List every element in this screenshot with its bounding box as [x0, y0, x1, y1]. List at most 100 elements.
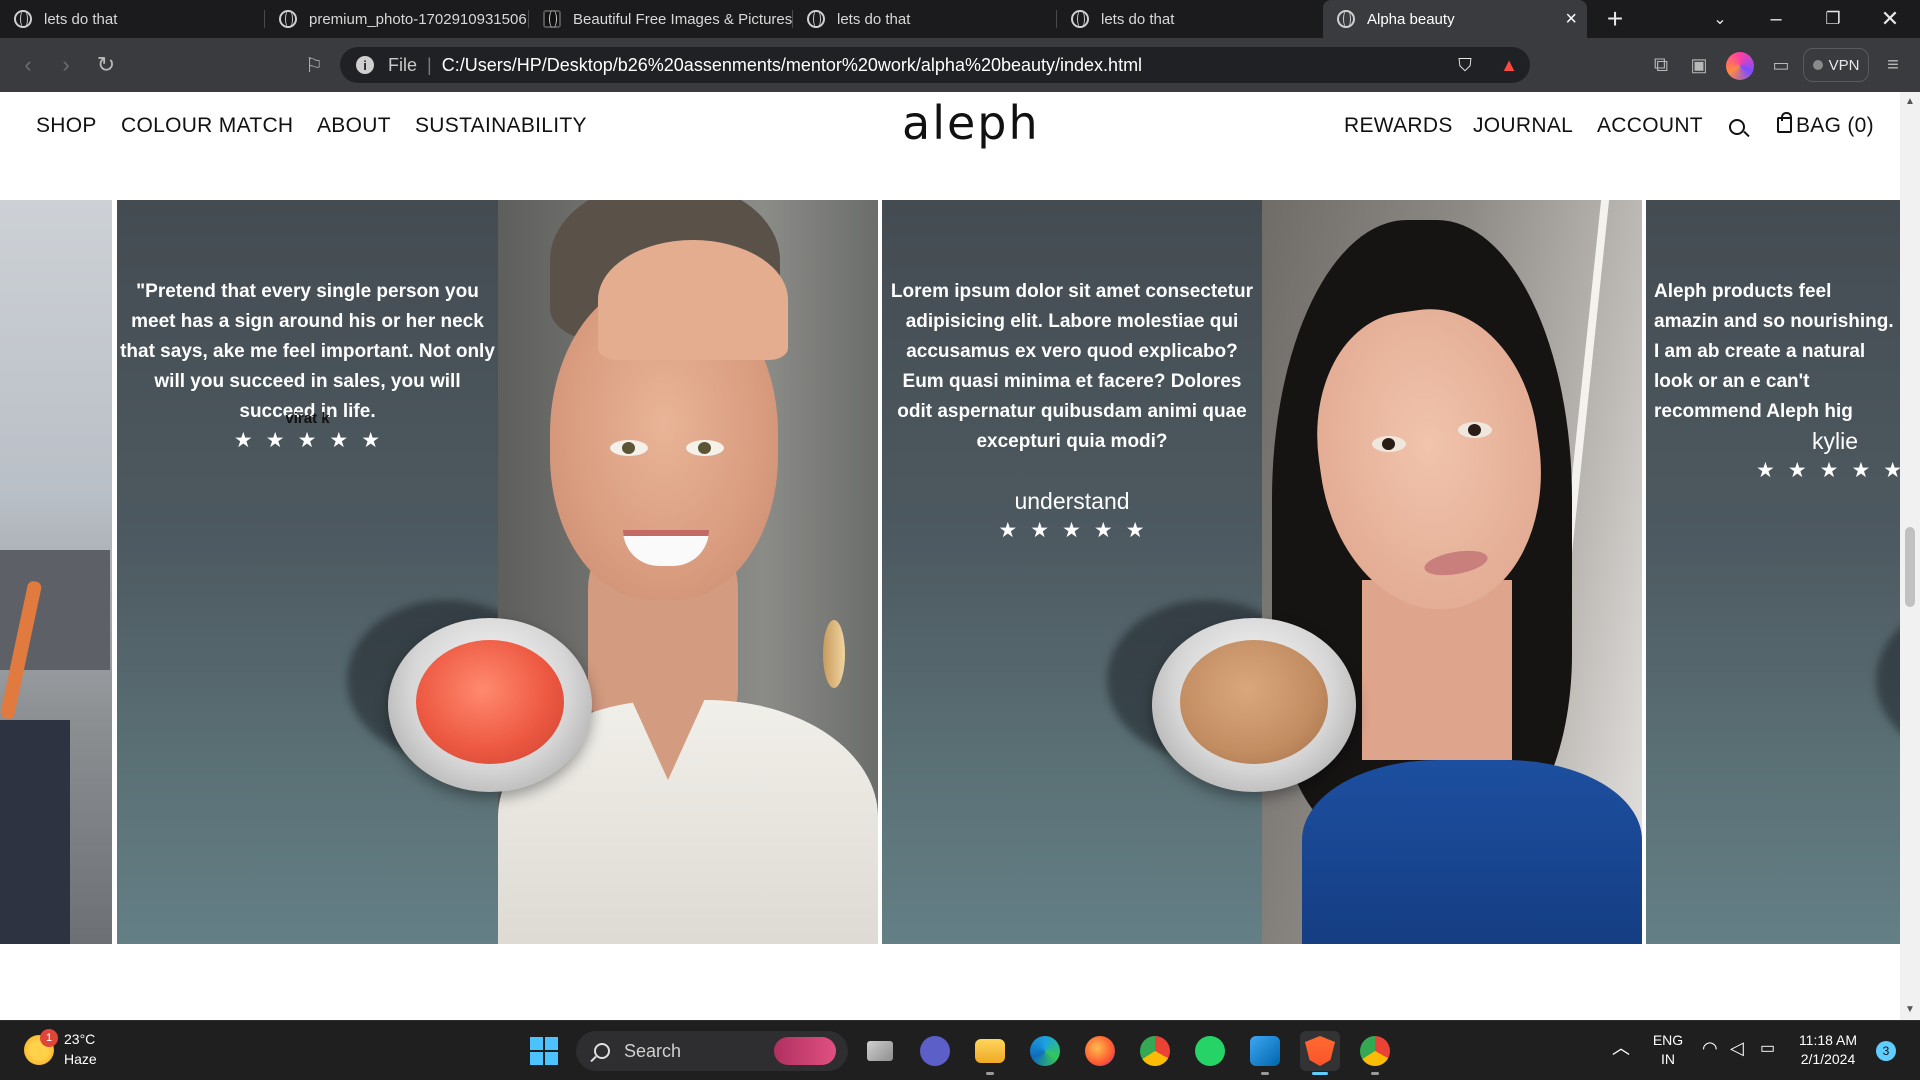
photo-eye — [1372, 436, 1406, 452]
testimonial-card: Aleph products feel amazin and so nouris… — [1646, 200, 1900, 944]
weather-badge: 1 — [40, 1029, 58, 1047]
search-icon[interactable] — [1729, 119, 1745, 135]
vpn-label: VPN — [1828, 56, 1860, 74]
language-code: ENG — [1652, 1032, 1684, 1048]
nav-colour-match[interactable]: COLOUR MATCH — [121, 114, 293, 138]
url-text[interactable]: C:/Users/HP/Desktop/b26%20assenments/men… — [442, 55, 1142, 76]
product-shadow — [1876, 600, 1900, 760]
minimize-button[interactable]: – — [1756, 0, 1796, 38]
page-viewport: SHOP COLOUR MATCH ABOUT SUSTAINABILITY a… — [0, 92, 1900, 1020]
browser-tab[interactable]: Beautiful Free Images & Pictures — [529, 0, 793, 38]
tab-search-chevron-icon[interactable]: ⌄ — [1700, 0, 1740, 38]
photo-chair — [0, 720, 70, 944]
menu-icon[interactable]: ≡ — [1876, 38, 1910, 92]
brave-shields-icon[interactable]: ⛉ — [1450, 38, 1480, 92]
brave-button[interactable] — [1300, 1031, 1340, 1075]
photo-eye — [686, 440, 724, 456]
testimonial-quote: Aleph products feel amazin and so nouris… — [1654, 281, 1894, 422]
sidebar-icon[interactable]: ▣ — [1682, 38, 1716, 92]
site-logo[interactable]: aleph — [902, 96, 1040, 150]
brave-rewards-icon[interactable]: ▲ — [1494, 38, 1524, 92]
chrome-icon — [1140, 1036, 1170, 1066]
vscode-button[interactable] — [1245, 1031, 1285, 1075]
clock-date: 2/1/2024 — [1800, 1051, 1856, 1067]
firefox-button[interactable] — [1080, 1031, 1120, 1071]
forward-icon[interactable]: › — [48, 38, 84, 92]
globe-icon — [1071, 10, 1089, 28]
product-nude-fill — [1180, 640, 1328, 764]
testimonial-quote: "Pretend that every single person you me… — [120, 281, 495, 422]
address-bar[interactable]: i File | C:/Users/HP/Desktop/b26%20assen… — [340, 47, 1530, 83]
browser-tab[interactable]: lets do that — [1057, 0, 1321, 38]
clock-time: 11:18 AM — [1798, 1032, 1858, 1048]
browser-toolbar: ‹ › ↻ ⚐ i File | C:/Users/HP/Desktop/b26… — [0, 38, 1920, 92]
bag-link[interactable]: BAG (0) — [1796, 114, 1874, 138]
close-window-button[interactable]: ✕ — [1870, 0, 1910, 38]
clock[interactable]: 11:18 AM 2/1/2024 — [1788, 1031, 1868, 1069]
browser-tab[interactable]: lets do that — [793, 0, 1057, 38]
wallet-icon[interactable]: ▭ — [1764, 38, 1798, 92]
browser-tab[interactable]: lets do that — [0, 0, 265, 38]
photo-sweater — [1302, 760, 1642, 944]
chat-icon — [920, 1036, 950, 1066]
nav-rewards[interactable]: REWARDS — [1344, 114, 1453, 138]
notification-badge[interactable]: 3 — [1876, 1041, 1896, 1061]
vpn-button[interactable]: VPN — [1803, 48, 1869, 82]
nav-account[interactable]: ACCOUNT — [1597, 114, 1703, 138]
taskbar-search[interactable]: Search — [576, 1031, 848, 1071]
reload-icon[interactable]: ↻ — [88, 38, 124, 92]
testimonial-photo — [0, 200, 112, 944]
star-rating: ★★★★★ — [1756, 459, 1900, 482]
battery-icon[interactable]: ▭ — [1760, 1039, 1775, 1058]
testimonial-author: understand — [1014, 488, 1130, 514]
testimonial-photo — [1262, 200, 1642, 944]
scroll-down-icon[interactable]: ▼ — [1900, 1004, 1920, 1015]
wifi-icon[interactable]: ◠ — [1702, 1039, 1718, 1058]
language-indicator[interactable]: ENG IN — [1648, 1031, 1688, 1069]
task-view-button[interactable] — [860, 1031, 900, 1071]
start-button[interactable] — [524, 1031, 564, 1071]
nav-sustainability[interactable]: SUSTAINABILITY — [415, 114, 587, 138]
nav-about[interactable]: ABOUT — [317, 114, 391, 138]
file-explorer-button[interactable] — [970, 1031, 1010, 1075]
extensions-icon[interactable]: ⧉ — [1644, 38, 1678, 92]
scroll-up-icon[interactable]: ▲ — [1900, 96, 1920, 107]
windows-taskbar: 1 23°C Haze Search ︿ ENG IN ◠ ◁ ▭ 11:18 … — [0, 1020, 1920, 1080]
globe-icon — [279, 10, 297, 28]
chrome-dev-button[interactable] — [1355, 1031, 1395, 1075]
tab-title: premium_photo-1702910931506 — [309, 10, 527, 28]
globe-icon — [14, 10, 32, 28]
scrollbar-thumb[interactable] — [1905, 527, 1915, 607]
site-info-icon[interactable]: i — [356, 56, 374, 74]
new-tab-button[interactable]: + — [1595, 0, 1635, 38]
back-icon[interactable]: ‹ — [10, 38, 46, 92]
bookmark-icon[interactable]: ⚐ — [296, 38, 332, 92]
profile-avatar[interactable] — [1726, 52, 1754, 80]
volume-icon[interactable]: ◁ — [1730, 1039, 1744, 1058]
product-pot — [388, 618, 592, 792]
nav-journal[interactable]: JOURNAL — [1473, 114, 1573, 138]
close-tab-icon[interactable]: × — [1565, 8, 1577, 31]
bag-icon[interactable] — [1777, 112, 1792, 133]
vscode-icon — [1250, 1036, 1280, 1066]
weather-desc: Haze — [64, 1051, 97, 1067]
tab-title: lets do that — [1101, 10, 1175, 28]
globe-icon — [1337, 10, 1355, 28]
page-scrollbar[interactable]: ▲ ▼ — [1900, 92, 1920, 1020]
nav-shop[interactable]: SHOP — [36, 114, 97, 138]
unsplash-icon — [543, 10, 561, 28]
show-hidden-icons-chevron-icon[interactable]: ︿ — [1612, 1039, 1630, 1058]
browser-tab-active[interactable]: Alpha beauty × — [1323, 0, 1587, 38]
edge-button[interactable] — [1025, 1031, 1065, 1071]
photo-earring — [823, 620, 845, 688]
browser-tab[interactable]: premium_photo-1702910931506 — [265, 0, 529, 38]
product-pot — [1152, 618, 1356, 792]
whatsapp-button[interactable] — [1190, 1031, 1230, 1071]
chrome-button[interactable] — [1135, 1031, 1175, 1071]
star-rating: ★★★★★ — [998, 519, 1158, 542]
restore-button[interactable]: ❐ — [1813, 0, 1853, 38]
star-rating: ★★★★★ — [233, 429, 394, 452]
teams-chat-button[interactable] — [915, 1031, 955, 1071]
testimonial-quote: Lorem ipsum dolor sit amet consectetur a… — [890, 281, 1254, 452]
firefox-icon — [1085, 1036, 1115, 1066]
